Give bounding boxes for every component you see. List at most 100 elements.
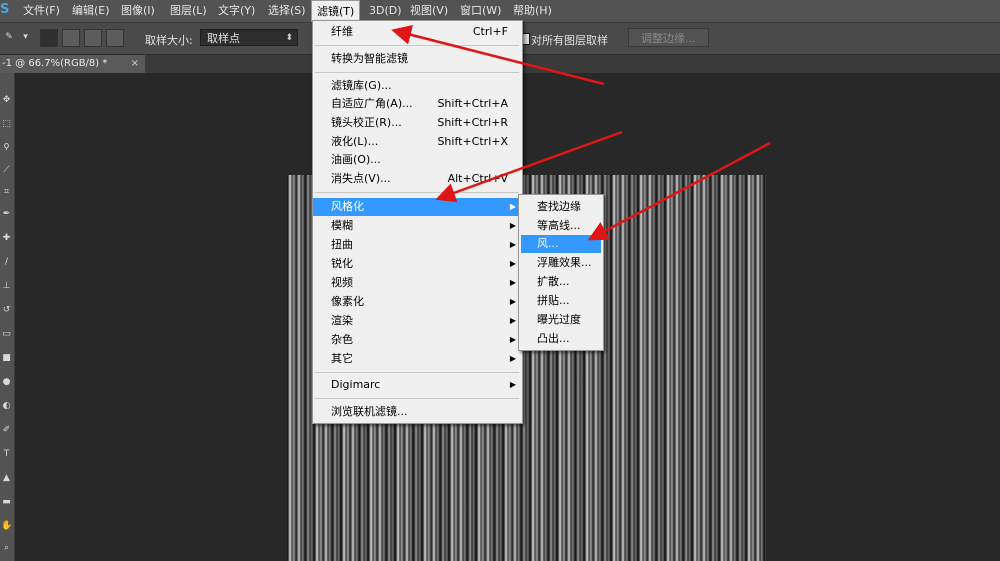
menu-item-shortcut: Alt+Ctrl+V	[447, 172, 508, 185]
submenu-item-wind[interactable]: 风...	[521, 235, 601, 253]
crop-tool-icon[interactable]: ⌗	[1, 187, 12, 198]
close-icon[interactable]: ×	[131, 55, 139, 73]
menu-item-lens-correction[interactable]: 镜头校正(R)... Shift+Ctrl+R	[313, 114, 522, 132]
menu-item-shortcut: Shift+Ctrl+A	[437, 97, 508, 110]
eraser-tool-icon[interactable]: ▭	[1, 329, 12, 340]
add-selection-button[interactable]	[62, 29, 80, 47]
menu-item-label: 渲染	[331, 314, 353, 327]
menu-item-shortcut: Shift+Ctrl+X	[437, 135, 508, 148]
menu-item-render[interactable]: 渲染 ▶	[313, 312, 522, 330]
menu-item-convert-smart-filters[interactable]: 转换为智能滤镜	[313, 50, 522, 68]
menu-item-fibers[interactable]: 纤维 Ctrl+F	[313, 23, 522, 41]
menu-item-label: 扭曲	[331, 238, 353, 251]
intersect-selection-button[interactable]	[106, 29, 124, 47]
sample-size-value: 取样点	[207, 32, 240, 45]
menu-item-filter-gallery[interactable]: 滤镜库(G)...	[313, 77, 522, 95]
submenu-item-emboss[interactable]: 浮雕效果...	[519, 254, 603, 272]
blur-tool-icon[interactable]: ●	[1, 377, 12, 388]
menu-layer[interactable]: 图层(L)	[165, 0, 212, 22]
stylize-submenu: 查找边缘 等高线... 风... 浮雕效果... 扩散... 拼贴... 曝光过…	[518, 194, 604, 351]
menu-item-liquify[interactable]: 液化(L)... Shift+Ctrl+X	[313, 133, 522, 151]
shape-tool-icon[interactable]: ▬	[1, 497, 12, 508]
menu-item-label: 镜头校正(R)...	[331, 116, 402, 129]
menu-filter[interactable]: 滤镜(T)	[311, 0, 361, 22]
submenu-arrow-icon: ▶	[509, 202, 516, 211]
menu-help[interactable]: 帮助(H)	[508, 0, 557, 22]
menu-item-label: 浏览联机滤镜...	[331, 405, 408, 418]
dodge-tool-icon[interactable]: ◐	[1, 401, 12, 412]
menu-view[interactable]: 视图(V)	[405, 0, 453, 22]
submenu-arrow-icon: ▶	[509, 240, 516, 249]
tool-preset-dropdown-icon[interactable]: ▾	[20, 32, 31, 43]
eyedropper-icon[interactable]: ✒	[1, 209, 12, 220]
menu-window[interactable]: 窗口(W)	[455, 0, 506, 22]
menu-item-vanishing-point[interactable]: 消失点(V)... Alt+Ctrl+V	[313, 170, 522, 188]
refine-edge-button[interactable]: 调整边缘...	[628, 28, 709, 47]
new-selection-button[interactable]	[40, 29, 58, 47]
menu-item-blur[interactable]: 模糊 ▶	[313, 217, 522, 235]
menu-item-video[interactable]: 视频 ▶	[313, 274, 522, 292]
menu-item-label: 转换为智能滤镜	[331, 52, 408, 65]
menu-3d[interactable]: 3D(D)	[364, 0, 407, 22]
menu-item-oil-paint[interactable]: 油画(O)...	[313, 151, 522, 169]
marquee-tool-icon[interactable]: ⬚	[1, 119, 12, 130]
submenu-arrow-icon: ▶	[509, 297, 516, 306]
menu-item-label: 视频	[331, 276, 353, 289]
submenu-arrow-icon: ▶	[509, 354, 516, 363]
menu-type[interactable]: 文字(Y)	[213, 0, 260, 22]
menu-item-other[interactable]: 其它 ▶	[313, 350, 522, 368]
gradient-tool-icon[interactable]: ■	[1, 353, 12, 364]
menu-item-label: 消失点(V)...	[331, 172, 391, 185]
submenu-item-diffuse[interactable]: 扩散...	[519, 273, 603, 291]
menu-select[interactable]: 选择(S)	[263, 0, 311, 22]
document-tab-title: -1 @ 66.7%(RGB/8) *	[2, 58, 108, 69]
menu-item-pixelate[interactable]: 像素化 ▶	[313, 293, 522, 311]
submenu-item-tiles[interactable]: 拼贴...	[519, 292, 603, 310]
submenu-item-trace-contour[interactable]: 等高线...	[519, 217, 603, 235]
menu-item-stylize[interactable]: 风格化 ▶	[313, 198, 522, 216]
tools-panel: ✥ ⬚ ϙ ⟋ ⌗ ✒ ✚ / ⊥ ↺ ▭ ■ ● ◐ ✐ T ▲ ▬ ✋ ⌕	[0, 73, 15, 561]
sample-size-select[interactable]: 取样点 ⬍	[200, 29, 298, 46]
submenu-arrow-icon: ▶	[509, 278, 516, 287]
lasso-tool-icon[interactable]: ϙ	[1, 141, 12, 152]
menu-item-sharpen[interactable]: 锐化 ▶	[313, 255, 522, 273]
subtract-selection-button[interactable]	[84, 29, 102, 47]
healing-brush-icon[interactable]: ✚	[1, 233, 12, 244]
all-layers-label: 对所有图层取样	[531, 34, 608, 47]
submenu-item-find-edges[interactable]: 查找边缘	[519, 198, 603, 216]
menu-file[interactable]: 文件(F)	[18, 0, 65, 22]
menu-item-noise[interactable]: 杂色 ▶	[313, 331, 522, 349]
submenu-arrow-icon: ▶	[509, 316, 516, 325]
menu-item-shortcut: Ctrl+F	[472, 25, 508, 38]
menu-item-label: 液化(L)...	[331, 135, 379, 148]
menu-item-browse-filters-online[interactable]: 浏览联机滤镜...	[313, 403, 522, 421]
menu-item-label: 纤维	[331, 25, 353, 38]
submenu-arrow-icon: ▶	[509, 221, 516, 230]
menu-separator	[315, 372, 519, 373]
move-tool-icon[interactable]: ✥	[1, 95, 12, 106]
submenu-item-solarize[interactable]: 曝光过度	[519, 311, 603, 329]
sample-size-label: 取样大小:	[145, 34, 193, 47]
submenu-arrow-icon: ▶	[509, 259, 516, 268]
document-tab[interactable]: -1 @ 66.7%(RGB/8) * ×	[0, 55, 145, 73]
menu-item-label: 模糊	[331, 219, 353, 232]
pen-tool-icon[interactable]: ✐	[1, 425, 12, 436]
history-brush-icon[interactable]: ↺	[1, 305, 12, 316]
menu-item-label: 滤镜库(G)...	[331, 79, 392, 92]
path-select-icon[interactable]: ▲	[1, 473, 12, 484]
menu-item-distort[interactable]: 扭曲 ▶	[313, 236, 522, 254]
zoom-tool-icon[interactable]: ⌕	[1, 543, 12, 554]
menu-item-digimarc[interactable]: Digimarc ▶	[313, 376, 522, 394]
menu-item-label: 油画(O)...	[331, 153, 381, 166]
menu-item-adaptive-wide-angle[interactable]: 自适应广角(A)... Shift+Ctrl+A	[313, 95, 522, 113]
menu-image[interactable]: 图像(I)	[116, 0, 160, 22]
menu-item-label: 像素化	[331, 295, 364, 308]
submenu-item-extrude[interactable]: 凸出...	[519, 330, 603, 348]
hand-tool-icon[interactable]: ✋	[1, 521, 12, 532]
quick-select-tool-icon[interactable]: ⟋	[1, 165, 12, 176]
menu-edit[interactable]: 编辑(E)	[67, 0, 115, 22]
clone-stamp-icon[interactable]: ⊥	[1, 281, 12, 292]
brush-tool-icon[interactable]: /	[1, 257, 12, 268]
type-tool-icon[interactable]: T	[1, 449, 12, 460]
eyedropper-tool-icon[interactable]: ✎	[2, 32, 16, 43]
